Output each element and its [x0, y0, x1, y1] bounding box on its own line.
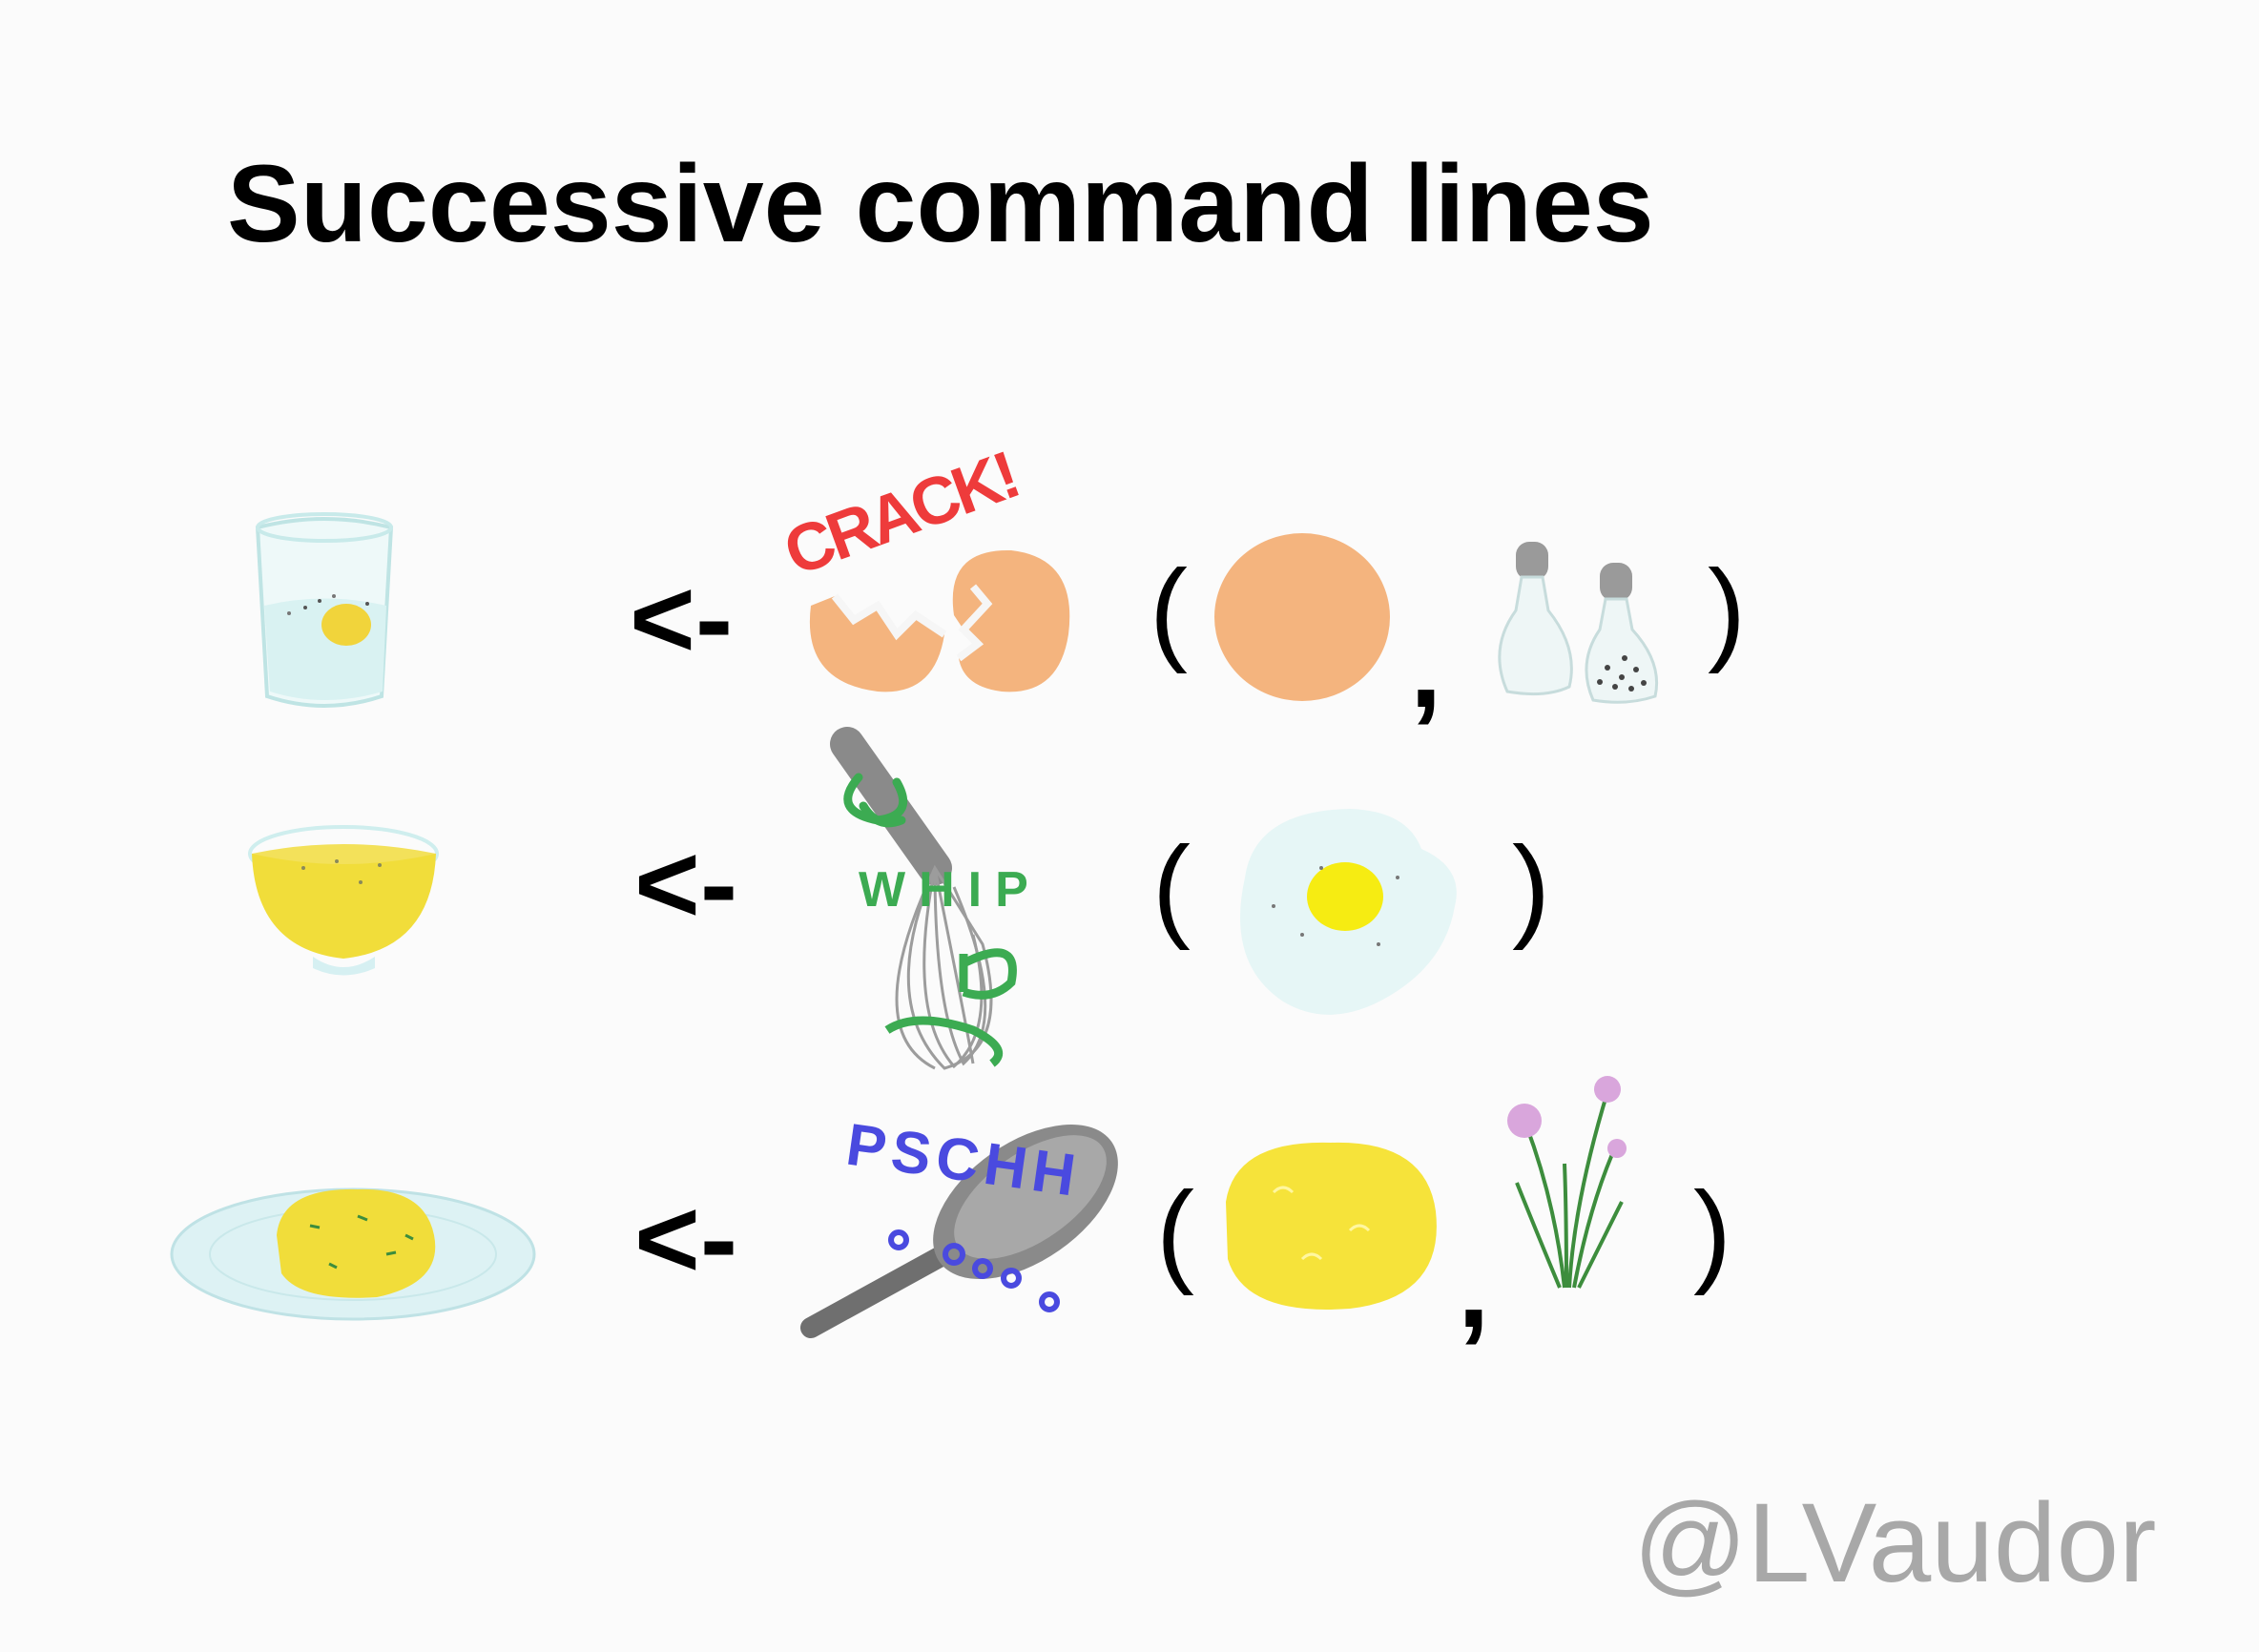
- chives-icon: [1507, 1076, 1627, 1289]
- salt-and-pepper-shakers-icon: [1498, 542, 1659, 704]
- fried-egg-icon: [1240, 809, 1457, 1015]
- whip-word: WHIP: [859, 862, 1042, 918]
- open-paren: (: [1152, 823, 1191, 951]
- cracked-egg-shell-icon: CRACK!: [775, 438, 1070, 692]
- close-paren: ): [1512, 823, 1550, 951]
- bowl-of-beaten-egg-icon: [248, 825, 439, 976]
- close-paren: ): [1708, 547, 1746, 674]
- open-paren: (: [1150, 547, 1188, 674]
- assignment-operator: <-: [634, 821, 738, 947]
- plate-of-scrambled-egg-icon: [170, 1187, 536, 1321]
- whole-egg-icon: [1214, 533, 1390, 701]
- glass-of-raw-egg-icon: [255, 512, 394, 708]
- author-watermark: @LVaudor: [1633, 1480, 2157, 1606]
- slide: Successive command lines <- CRACK! (,)…: [0, 0, 2259, 1652]
- beaten-egg-blob-icon: [1226, 1142, 1437, 1310]
- open-paren: (: [1156, 1168, 1194, 1296]
- assignment-operator: <-: [634, 1176, 738, 1302]
- argument-separator: ,: [1458, 1224, 1490, 1352]
- frying-pan-icon: PSCHH: [800, 1112, 1118, 1338]
- assignment-operator: <-: [630, 556, 734, 682]
- slide-title: Successive command lines: [227, 143, 1654, 265]
- close-paren: ): [1693, 1168, 1731, 1296]
- whisk-icon: WHIP: [830, 727, 1042, 1070]
- argument-separator: ,: [1410, 604, 1442, 732]
